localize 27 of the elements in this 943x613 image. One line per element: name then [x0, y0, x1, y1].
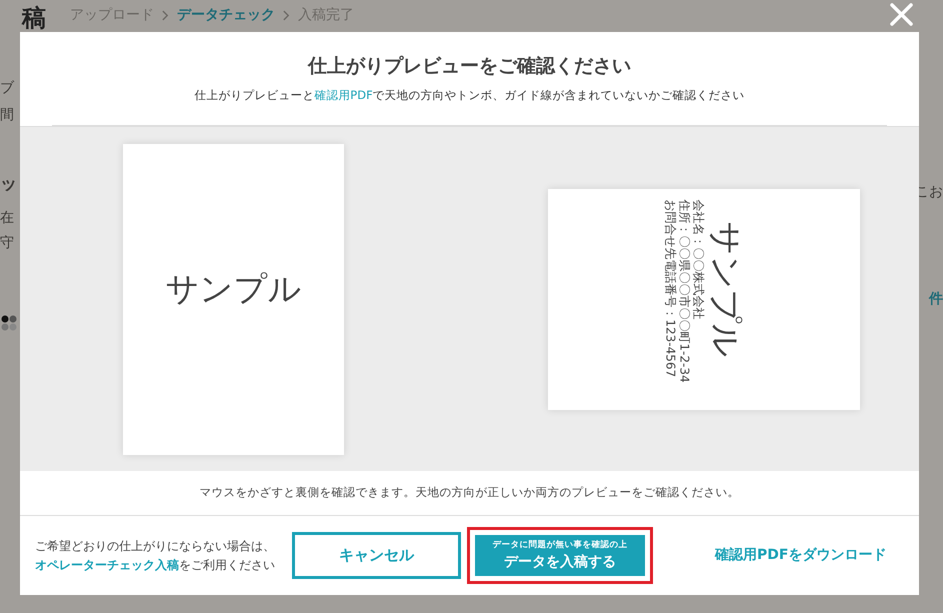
subtitle-text: で天地の方向やトンボ、ガイド線が含まれていないかご確認ください — [372, 88, 745, 102]
pdf-link[interactable]: 確認用PDF — [314, 88, 373, 102]
chevron-icon — [283, 10, 290, 21]
help-text: ご希望どおりの仕上がりにならない場合は、 — [35, 539, 275, 554]
page-text: 在 — [0, 208, 15, 228]
preview-caption: マウスをかざすと裏側を確認できます。天地の方向が正しいか両方のプレビューをご確認ください。 — [20, 471, 919, 516]
help-text: をご利用ください — [179, 558, 275, 572]
page-text: 間 — [0, 106, 15, 125]
page-text: ッ — [0, 173, 18, 196]
card-detail-text: お問合せ先電話番号：123-4567 — [662, 199, 677, 379]
sample-text: サンプル — [166, 268, 302, 310]
card-detail-text: 住所：〇〇県〇〇市〇〇町1-2-34 — [677, 199, 692, 384]
page-text: 守 — [0, 234, 15, 252]
sample-text: サンプル — [706, 220, 746, 359]
dialog-title: 仕上がりプレビューをご確認ください — [306, 54, 632, 79]
card-detail-text: 会社名：〇〇株式会社 — [691, 199, 706, 322]
subtitle-text: 仕上がりプレビューと — [194, 88, 314, 102]
page-title: 稿 — [22, 6, 46, 30]
breadcrumb-step: データチェック — [177, 5, 275, 26]
operator-check-link[interactable]: オペレーターチェック入稿 — [35, 558, 179, 572]
submit-button[interactable]: データに問題が無い事を確認の上 データを入稿する — [475, 535, 645, 576]
cancel-button[interactable]: キャンセル — [292, 532, 461, 580]
page-text: ブ — [0, 79, 16, 98]
chevron-icon — [162, 10, 169, 21]
page-text: 件 — [929, 290, 943, 309]
close-icon[interactable] — [890, 3, 913, 26]
download-link[interactable]: 確認用PDFをダウンロード — [715, 545, 886, 566]
